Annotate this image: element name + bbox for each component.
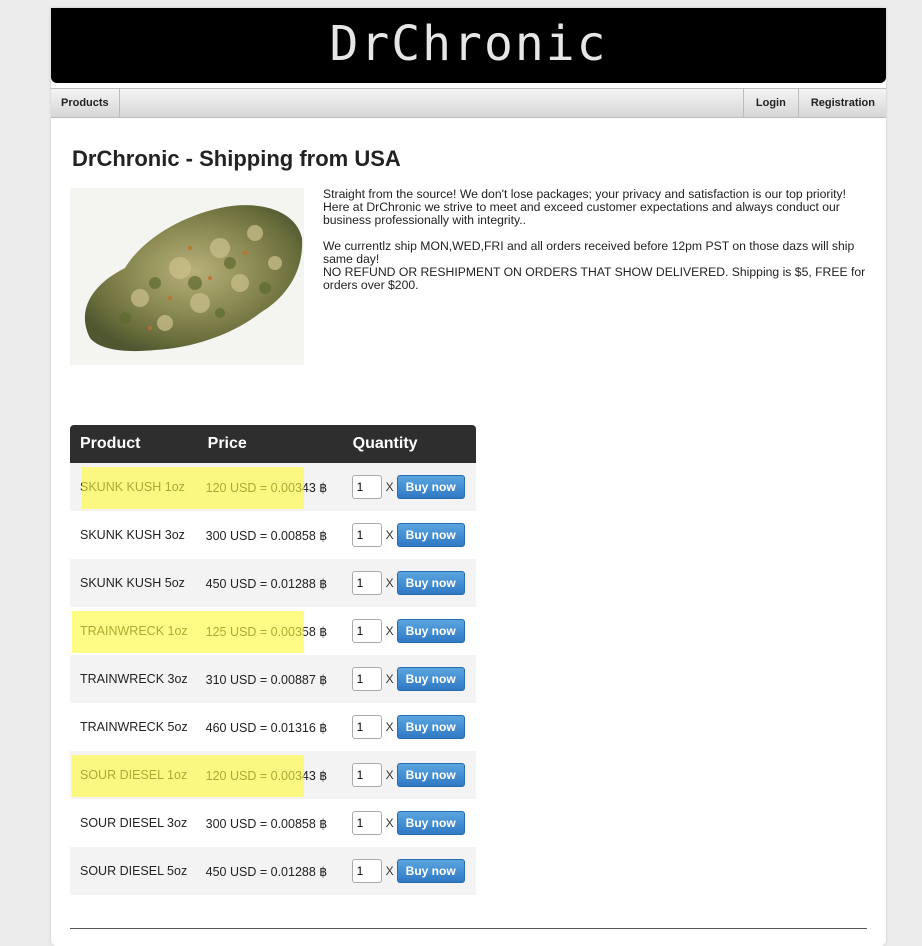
times-symbol: X bbox=[385, 720, 394, 734]
quantity-controls: XBuy now bbox=[351, 475, 466, 499]
times-symbol: X bbox=[385, 816, 394, 830]
table-row: TRAINWRECK 3oz310 USD = 0.00887 ฿ XBuy no… bbox=[70, 655, 476, 703]
table-row: SOUR DIESEL 3oz300 USD = 0.00858 ฿ XBuy n… bbox=[70, 799, 476, 847]
buy-now-button[interactable]: Buy now bbox=[396, 763, 465, 787]
quantity-controls: XBuy now bbox=[351, 859, 466, 883]
nav-products[interactable]: Products bbox=[51, 89, 120, 117]
quantity-input[interactable] bbox=[351, 619, 382, 643]
quantity-input[interactable] bbox=[351, 715, 382, 739]
buy-now-button[interactable]: Buy now bbox=[396, 619, 465, 643]
site-banner: DrChronic bbox=[51, 8, 886, 83]
quantity-input[interactable] bbox=[351, 523, 382, 547]
quantity-cell: XBuy now bbox=[342, 463, 476, 511]
quantity-controls: XBuy now bbox=[351, 763, 466, 787]
nav-login[interactable]: Login bbox=[742, 89, 798, 117]
footer-divider bbox=[70, 928, 867, 929]
product-name: SOUR DIESEL 3oz bbox=[70, 799, 198, 847]
product-name: TRAINWRECK 3oz bbox=[70, 655, 198, 703]
intro-paragraph-2: We currentlz ship MON,WED,FRI and all or… bbox=[323, 239, 855, 266]
quantity-cell: XBuy now bbox=[342, 703, 476, 751]
table-row: SKUNK KUSH 1oz120 USD = 0.00343 ฿ XBuy no… bbox=[70, 463, 476, 511]
site-title: DrChronic bbox=[329, 15, 608, 72]
product-price: 450 USD = 0.01288 ฿ bbox=[197, 559, 343, 607]
shop-description: Straight from the source! We don't lose … bbox=[323, 188, 868, 292]
times-symbol: X bbox=[385, 768, 394, 782]
product-name: TRAINWRECK 1oz bbox=[70, 607, 198, 655]
column-header-product: Product bbox=[80, 435, 141, 452]
product-price: 120 USD = 0.00343 ฿ bbox=[197, 751, 343, 799]
product-table-wrapper: Product Price Quantity SKUNK KUSH 1oz 120… bbox=[70, 425, 476, 895]
table-row: SKUNK KUSH 3oz300 USD = 0.00858 ฿ XBuy no… bbox=[70, 511, 476, 559]
times-symbol: X bbox=[385, 480, 394, 494]
table-row: SOUR DIESEL 1oz120 USD = 0.00343 ฿ XBuy n… bbox=[70, 751, 476, 799]
product-name: SKUNK KUSH 5oz bbox=[70, 559, 198, 607]
table-row: TRAINWRECK 1oz125 USD = 0.00358 ฿ XBuy no… bbox=[70, 607, 476, 655]
product-price: 300 USD = 0.00858 ฿ bbox=[197, 799, 343, 847]
quantity-input[interactable] bbox=[351, 859, 382, 883]
table-header-row: Product Price Quantity bbox=[70, 425, 476, 463]
buy-now-button[interactable]: Buy now bbox=[396, 523, 465, 547]
quantity-controls: XBuy now bbox=[351, 811, 466, 835]
buy-now-button[interactable]: Buy now bbox=[396, 475, 465, 499]
buy-now-button[interactable]: Buy now bbox=[396, 667, 465, 691]
product-image bbox=[70, 188, 304, 365]
quantity-controls: XBuy now bbox=[351, 523, 466, 547]
quantity-cell: XBuy now bbox=[342, 799, 476, 847]
times-symbol: X bbox=[385, 624, 394, 638]
intro-paragraph-1: Straight from the source! We don't lose … bbox=[323, 187, 847, 227]
column-header-price: Price bbox=[207, 435, 247, 452]
quantity-cell: XBuy now bbox=[342, 655, 476, 703]
buy-now-button[interactable]: Buy now bbox=[396, 859, 465, 883]
product-price: 450 USD = 0.01288 ฿ bbox=[197, 847, 343, 895]
quantity-input[interactable] bbox=[351, 475, 382, 499]
product-table: Product Price Quantity SKUNK KUSH 1oz 120… bbox=[70, 425, 476, 895]
product-name: SKUNK KUSH 3oz bbox=[70, 511, 198, 559]
quantity-controls: XBuy now bbox=[351, 571, 466, 595]
product-name: SKUNK KUSH 1oz bbox=[70, 463, 198, 511]
quantity-controls: XBuy now bbox=[351, 715, 466, 739]
product-price: 300 USD = 0.00858 ฿ bbox=[197, 511, 343, 559]
product-price: 310 USD = 0.00887 ฿ bbox=[197, 655, 343, 703]
page-container: DrChronic Products Login Registration Dr… bbox=[51, 8, 886, 946]
quantity-input[interactable] bbox=[351, 763, 382, 787]
times-symbol: X bbox=[385, 576, 394, 590]
page-title: DrChronic - Shipping from USA bbox=[72, 146, 401, 171]
quantity-input[interactable] bbox=[351, 811, 382, 835]
times-symbol: X bbox=[385, 672, 394, 686]
times-symbol: X bbox=[385, 528, 394, 542]
quantity-cell: XBuy now bbox=[342, 607, 476, 655]
intro-paragraph-3: NO REFUND OR RESHIPMENT ON ORDERS THAT S… bbox=[323, 265, 866, 292]
product-price: 125 USD = 0.00358 ฿ bbox=[197, 607, 343, 655]
quantity-cell: XBuy now bbox=[342, 751, 476, 799]
buy-now-button[interactable]: Buy now bbox=[396, 571, 465, 595]
product-price: 120 USD = 0.00343 ฿ bbox=[197, 463, 343, 511]
product-name: SOUR DIESEL 1oz bbox=[70, 751, 198, 799]
column-header-quantity: Quantity bbox=[352, 435, 418, 452]
quantity-cell: XBuy now bbox=[342, 559, 476, 607]
quantity-controls: XBuy now bbox=[351, 619, 466, 643]
quantity-cell: XBuy now bbox=[342, 847, 476, 895]
table-row: TRAINWRECK 5oz460 USD = 0.01316 ฿ XBuy no… bbox=[70, 703, 476, 751]
product-name: SOUR DIESEL 5oz bbox=[70, 847, 198, 895]
nav-registration[interactable]: Registration bbox=[797, 89, 886, 117]
buy-now-button[interactable]: Buy now bbox=[396, 811, 465, 835]
quantity-cell: XBuy now bbox=[342, 511, 476, 559]
times-symbol: X bbox=[385, 864, 394, 878]
buy-now-button[interactable]: Buy now bbox=[396, 715, 465, 739]
cannabis-bud-image bbox=[70, 188, 304, 365]
navbar: Products Login Registration bbox=[51, 88, 886, 118]
quantity-input[interactable] bbox=[351, 571, 382, 595]
quantity-input[interactable] bbox=[351, 667, 382, 691]
table-row: SKUNK KUSH 5oz450 USD = 0.01288 ฿ XBuy no… bbox=[70, 559, 476, 607]
table-row: SOUR DIESEL 5oz450 USD = 0.01288 ฿ XBuy n… bbox=[70, 847, 476, 895]
quantity-controls: XBuy now bbox=[351, 667, 466, 691]
product-price: 460 USD = 0.01316 ฿ bbox=[197, 703, 343, 751]
product-name: TRAINWRECK 5oz bbox=[70, 703, 198, 751]
